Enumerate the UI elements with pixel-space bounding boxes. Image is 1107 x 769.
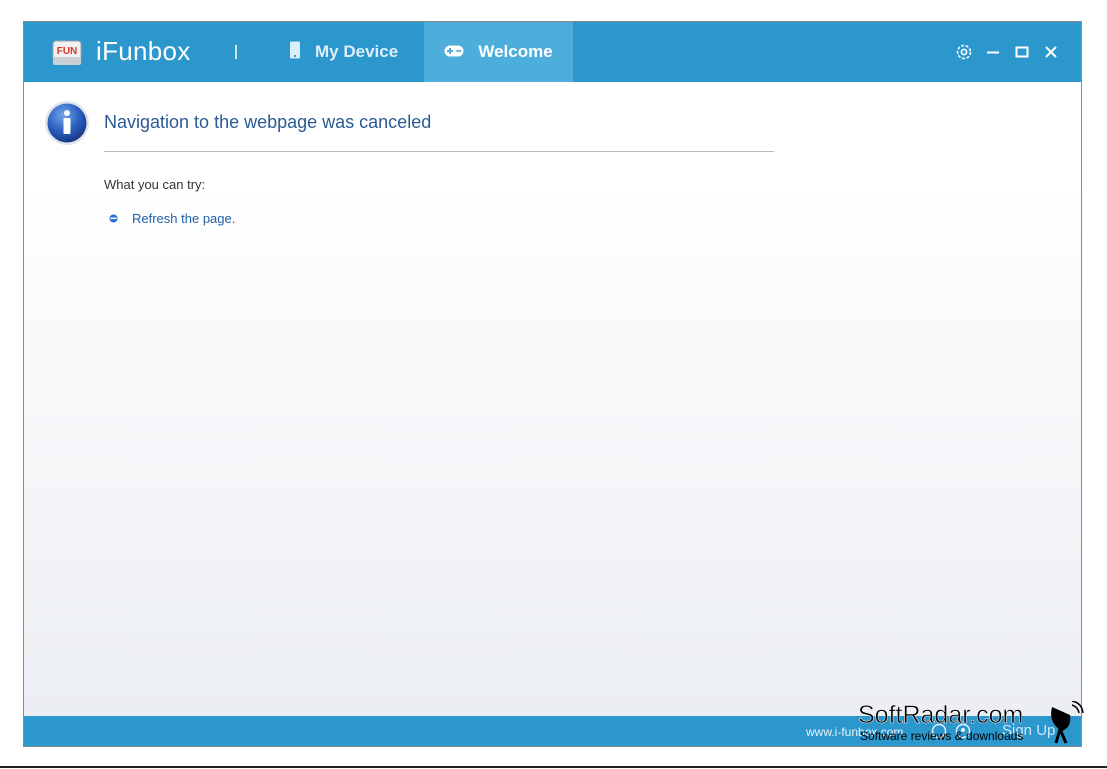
title-divider: [235, 45, 237, 59]
app-title: iFunbox: [96, 36, 191, 66]
tab-my-device-label: My Device: [315, 42, 399, 61]
title-bar: FUN iFunbox My Device Welcome: [24, 22, 1081, 82]
heading-divider: [104, 151, 774, 152]
page-heading: Navigation to the webpage was canceled: [104, 112, 432, 132]
app-logo-text: FUN: [57, 46, 78, 57]
watermark: SoftRadar.com Software reviews & downloa…: [858, 700, 1084, 745]
gear-icon[interactable]: [954, 42, 974, 62]
bullet-icon: [109, 210, 118, 223]
watermark-subtitle: Software reviews & downloads: [860, 729, 1024, 743]
info-icon: [44, 100, 90, 146]
tab-welcome-label: Welcome: [478, 42, 553, 61]
gamepad-icon: [444, 42, 464, 62]
satellite-dish-icon: [1046, 700, 1084, 745]
maximize-icon[interactable]: [1012, 42, 1032, 62]
screen-bottom-border: [0, 766, 1107, 768]
close-icon[interactable]: [1041, 42, 1061, 62]
tab-welcome[interactable]: Welcome: [424, 22, 573, 82]
watermark-title: SoftRadar.com: [858, 701, 1024, 730]
refresh-page-link[interactable]: Refresh the page.: [132, 211, 235, 226]
app-logo-icon: FUN: [52, 39, 82, 67]
tab-my-device[interactable]: My Device: [289, 22, 439, 82]
window-controls: [945, 42, 1061, 62]
app-window: FUN iFunbox My Device Welcome Navigation…: [23, 21, 1082, 747]
minimize-icon[interactable]: [983, 42, 1003, 62]
try-label: What you can try:: [104, 177, 206, 192]
phone-icon: [289, 41, 301, 64]
browser-content: Navigation to the webpage was canceled W…: [24, 82, 1081, 718]
